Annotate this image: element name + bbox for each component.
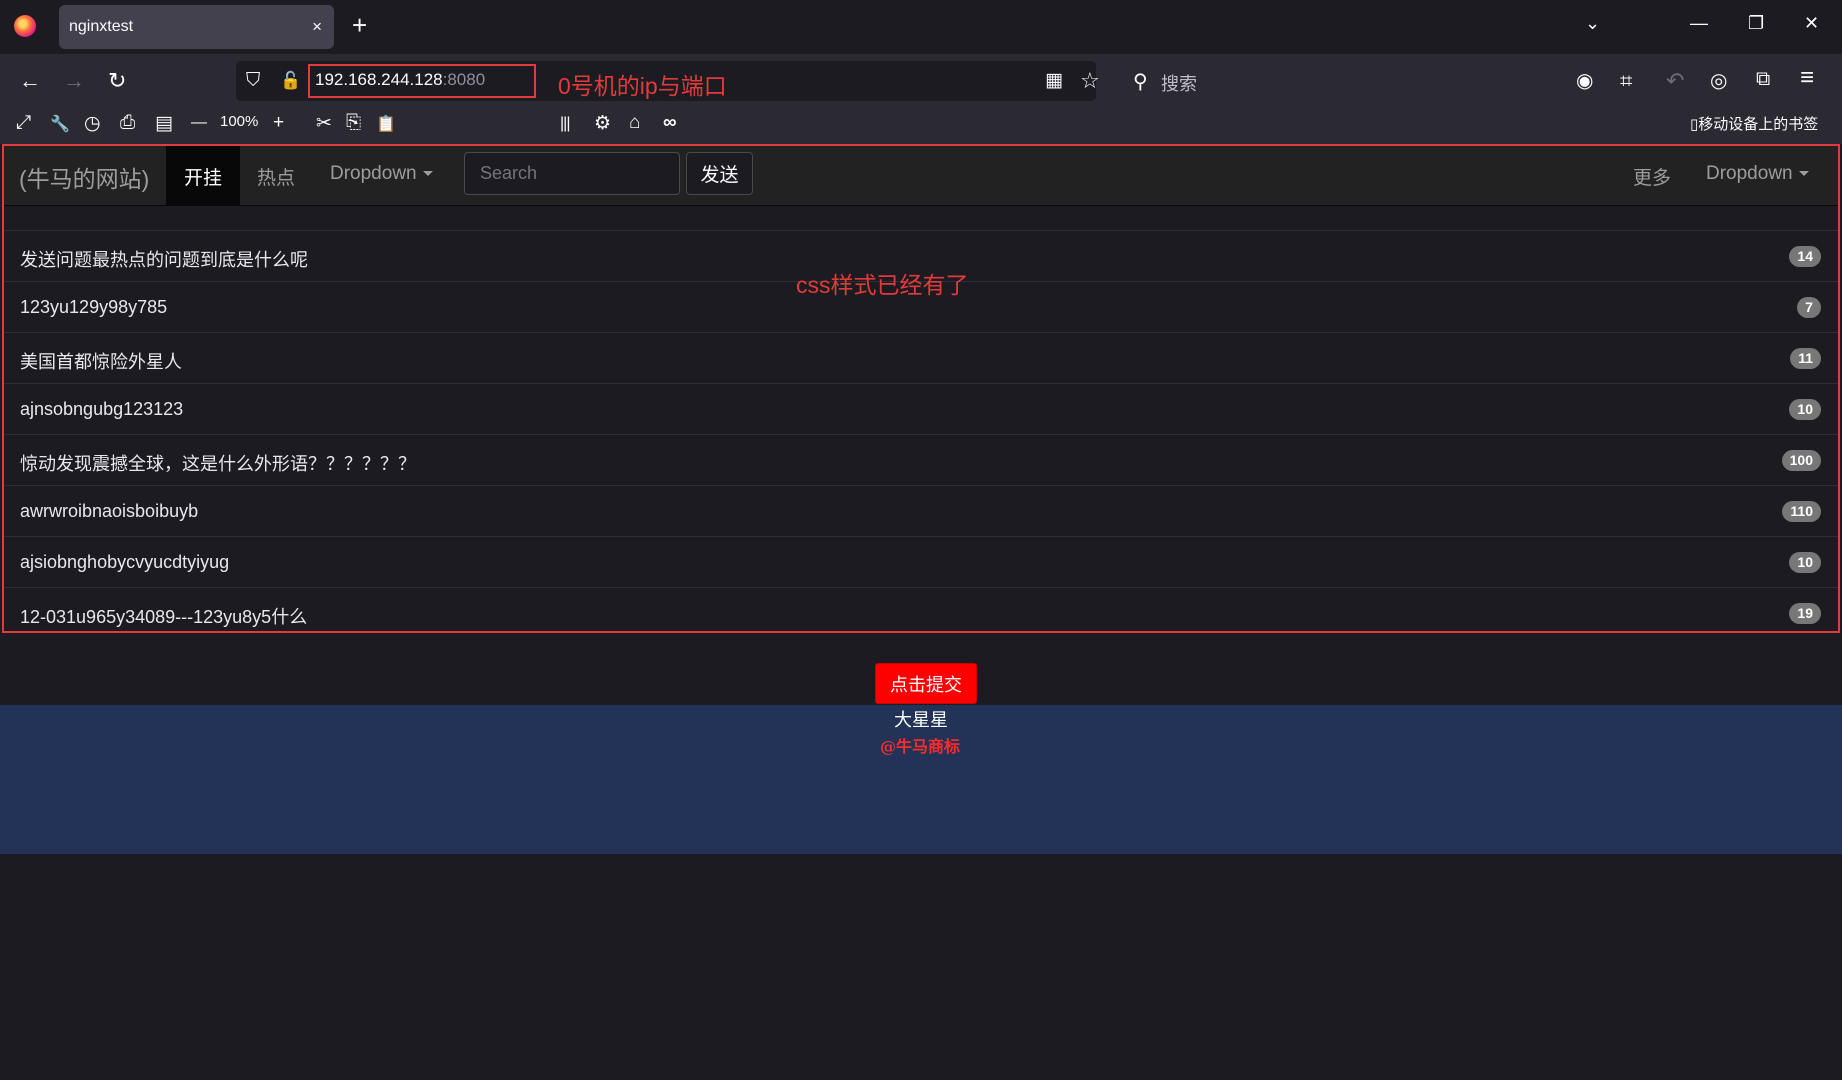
page-annotation-box <box>2 144 1840 633</box>
submit-button[interactable]: 点击提交 <box>875 663 977 704</box>
tab-close-icon[interactable]: × <box>312 17 322 37</box>
footer-name: 大星星 <box>894 710 948 730</box>
mobile-bookmarks[interactable]: ▯移动设备上的书签 <box>1690 113 1818 134</box>
history-icon[interactable]: ◷ <box>84 112 101 135</box>
url-port: :8080 <box>442 70 486 89</box>
private-mask-icon[interactable]: ∞ <box>663 112 677 134</box>
fullscreen-icon[interactable]: ⤢ <box>16 112 31 134</box>
url-annotation: 0号机的ip与端口 <box>558 73 727 99</box>
crop-icon[interactable]: ⌗ <box>1620 68 1632 94</box>
menu-icon[interactable]: ≡ <box>1800 64 1814 92</box>
library-icon[interactable]: ||| <box>560 115 571 133</box>
minimize-icon[interactable]: — <box>1690 13 1708 34</box>
back-icon[interactable]: ← <box>19 68 41 94</box>
zoom-in-icon[interactable]: + <box>273 112 284 134</box>
url-host: 192.168.244.128 <box>315 70 443 89</box>
settings-icon[interactable]: ⚙ <box>594 112 611 135</box>
tab-list-icon[interactable]: ⌄ <box>1585 13 1600 34</box>
new-tab-icon[interactable]: + <box>352 10 367 41</box>
firefox-logo-icon[interactable] <box>14 15 36 37</box>
lock-icon[interactable]: 🔓 <box>280 71 301 91</box>
extensions-puzzle-icon[interactable]: ⧉ <box>1756 68 1770 91</box>
tab-title: nginxtest <box>69 18 134 35</box>
tab-strip: nginxtest × + ⌄ — ❐ ✕ <box>0 0 1842 54</box>
copy-icon[interactable]: ⎘ <box>346 112 361 134</box>
search-icon: ⚲ <box>1133 71 1148 93</box>
close-window-icon[interactable]: ✕ <box>1804 13 1819 34</box>
restore-icon[interactable]: ❐ <box>1748 13 1764 34</box>
forward-icon[interactable]: → <box>63 68 85 94</box>
shield-icon[interactable]: ⛉ <box>246 70 260 92</box>
qr-code-icon[interactable]: ▦ <box>1045 69 1063 92</box>
paste-icon[interactable]: 📋 <box>376 114 396 134</box>
wrench-icon[interactable]: 🔧 <box>50 114 70 134</box>
navigation-bar: ← → ↻ ⛉ 🔓 ▦ ☆ ⚲ ◉ ⌗ ↶ ◎ ⧉ ≡ <box>0 54 1842 155</box>
undo-icon[interactable]: ↶ <box>1666 68 1684 94</box>
bookmark-star-icon[interactable]: ☆ <box>1080 68 1100 94</box>
footer-trademark: @牛马商标 <box>880 737 961 756</box>
tab-nginxtest[interactable]: nginxtest × <box>59 5 334 49</box>
reader-view-icon[interactable]: ▤ <box>155 112 173 135</box>
extension-glasses-icon[interactable]: ◎ <box>1710 68 1727 93</box>
search-placeholder: 搜索 <box>1161 74 1197 94</box>
screenshot-icon[interactable]: ⎙ <box>120 112 135 134</box>
css-annotation: css样式已经有了 <box>796 272 969 298</box>
cut-icon[interactable]: ✂ <box>316 112 332 135</box>
zoom-level[interactable]: 100% <box>220 113 258 130</box>
url-text[interactable]: 192.168.244.128:8080 <box>315 70 485 90</box>
reload-icon[interactable]: ↻ <box>108 68 126 94</box>
extension-avatar-icon[interactable]: ◉ <box>1576 68 1593 93</box>
zoom-out-icon[interactable]: — <box>191 114 207 132</box>
home-icon[interactable]: ⌂ <box>629 112 640 134</box>
